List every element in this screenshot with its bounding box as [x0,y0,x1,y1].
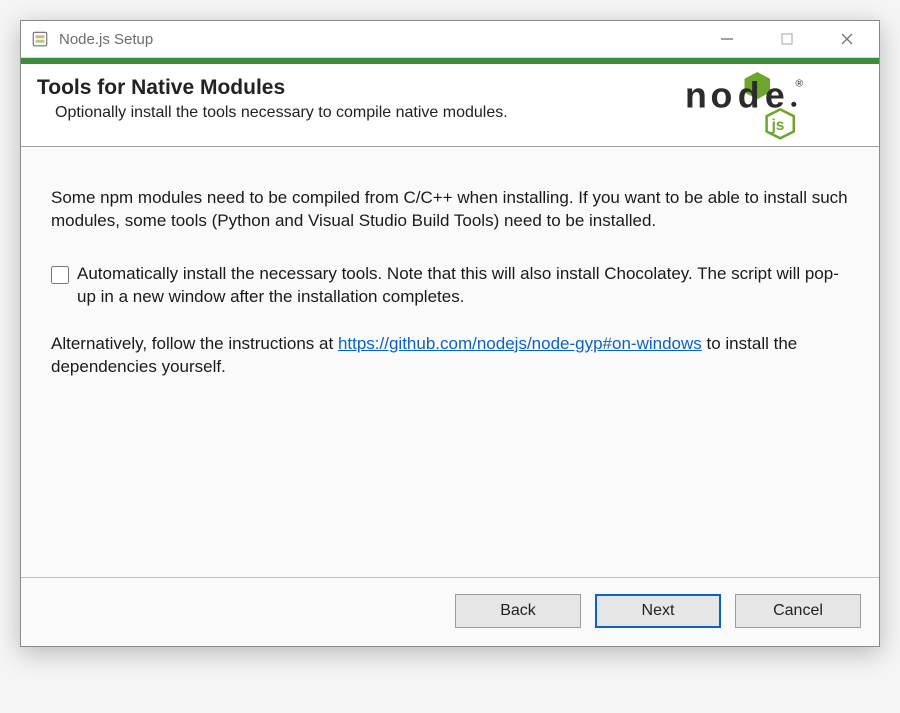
window-title: Node.js Setup [59,31,153,48]
cancel-button[interactable]: Cancel [735,594,861,628]
maximize-button[interactable] [757,21,817,57]
svg-text:o: o [711,76,733,116]
svg-text:js: js [771,117,785,134]
nodejs-logo: n o d e ® js [685,72,865,140]
content-area: Some npm modules need to be compiled fro… [21,147,879,577]
page-subheading: Optionally install the tools necessary t… [37,104,685,122]
page-heading: Tools for Native Modules [37,76,685,100]
auto-install-checkbox[interactable] [51,266,69,284]
installer-window: Node.js Setup Tools for Native Modules O… [20,20,880,647]
footer: Back Next Cancel [21,577,879,646]
back-button[interactable]: Back [455,594,581,628]
next-button[interactable]: Next [595,594,721,628]
header: Tools for Native Modules Optionally inst… [21,64,879,146]
minimize-button[interactable] [697,21,757,57]
alternative-text: Alternatively, follow the instructions a… [51,333,849,379]
alt-prefix: Alternatively, follow the instructions a… [51,334,338,353]
auto-install-label[interactable]: Automatically install the necessary tool… [77,263,849,309]
svg-text:n: n [685,76,707,116]
close-button[interactable] [817,21,877,57]
svg-text:d: d [738,76,760,116]
node-gyp-link[interactable]: https://github.com/nodejs/node-gyp#on-wi… [338,334,702,353]
titlebar: Node.js Setup [21,21,879,58]
intro-text: Some npm modules need to be compiled fro… [51,187,849,233]
svg-text:®: ® [796,78,804,89]
installer-icon [31,30,49,48]
